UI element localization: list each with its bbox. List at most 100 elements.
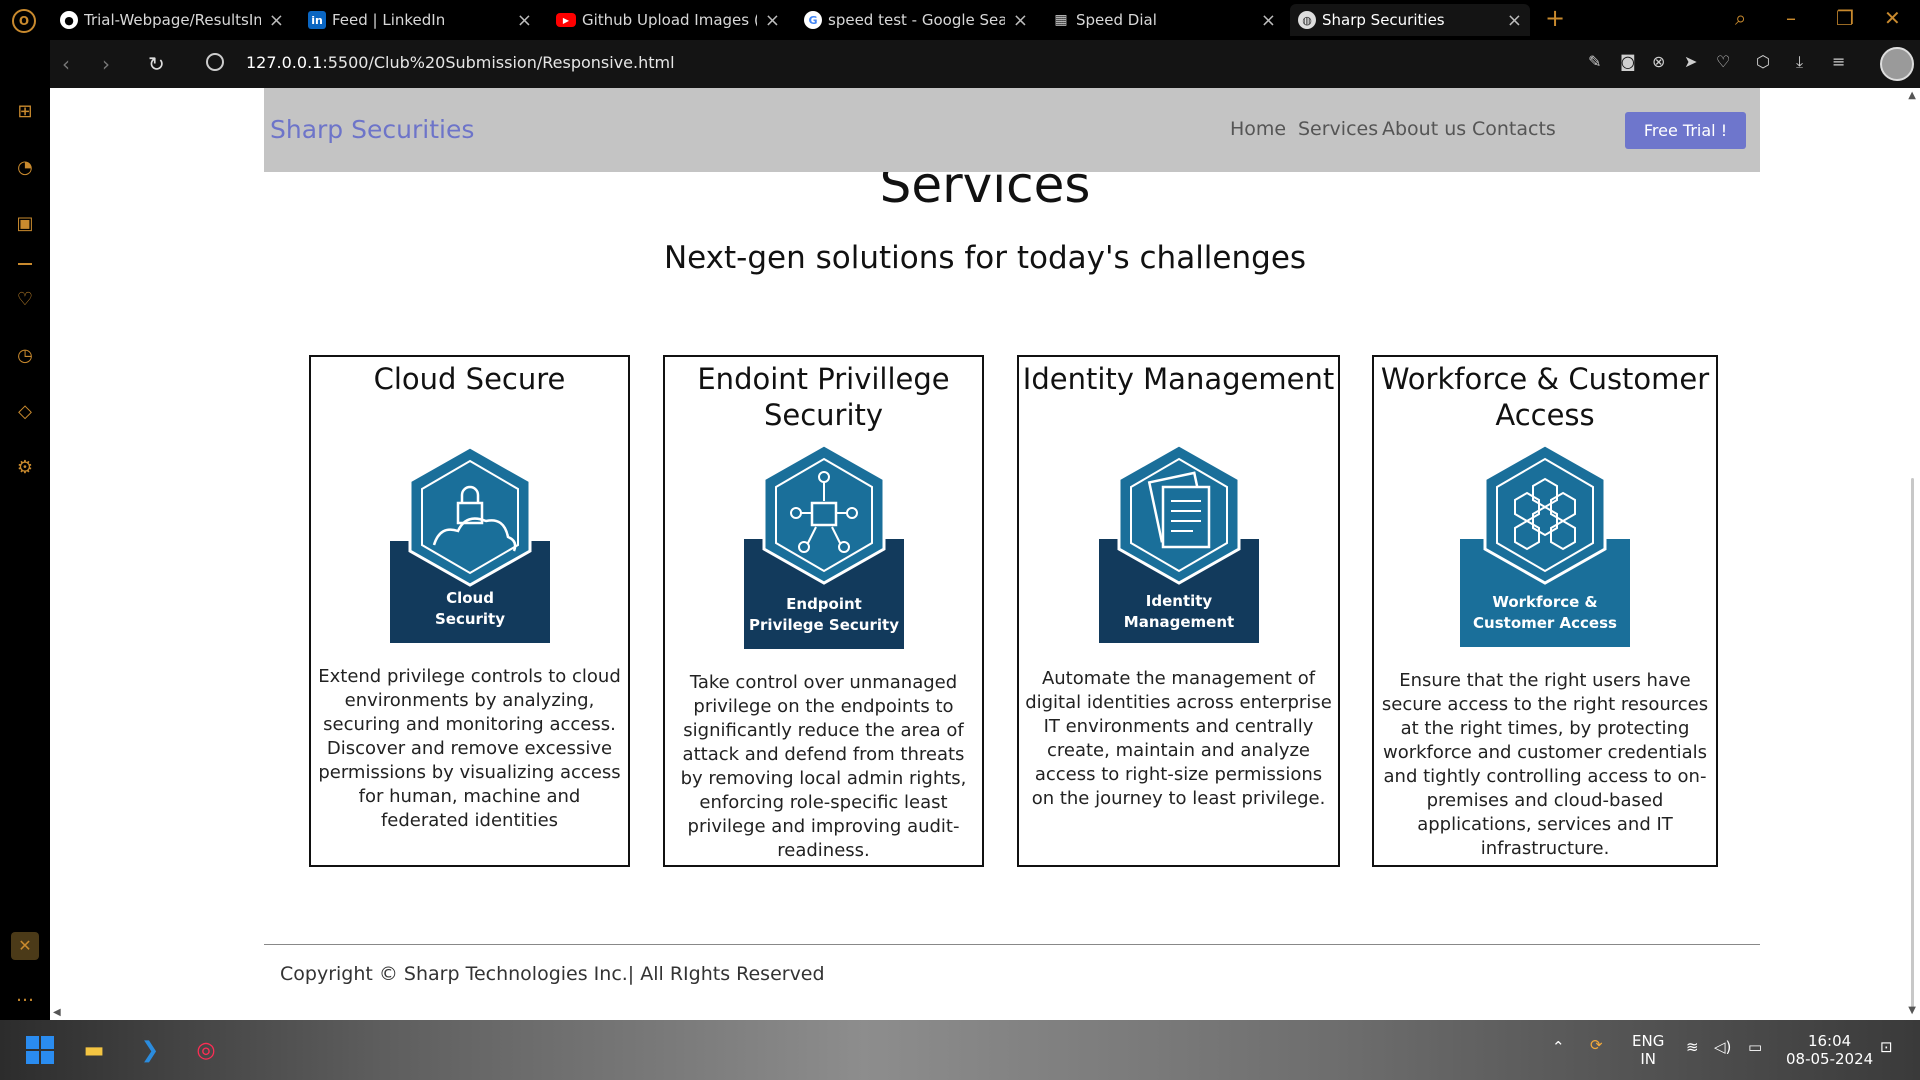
tab-title: Sharp Securities — [1322, 11, 1445, 29]
search-tabs-icon[interactable]: ⌕ — [1735, 6, 1746, 30]
close-icon[interactable]: × — [765, 10, 780, 31]
easy-setup-icon[interactable]: ≡ — [1832, 52, 1845, 71]
tab-github-upload[interactable]: ▶ Github Upload Images (20… × — [548, 4, 788, 36]
scroll-down-arrow-icon[interactable]: ▼ — [1908, 1005, 1916, 1016]
favorite-icon[interactable]: ♡ — [1716, 52, 1730, 71]
service-card-cloud-secure: Cloud Secure Cloud Security Extend privi… — [309, 355, 630, 867]
file-explorer-icon[interactable]: ▬ — [78, 1034, 110, 1066]
gamepad-icon[interactable]: ⊞ — [13, 100, 37, 124]
card-title: Workforce & Customer Access — [1380, 362, 1710, 432]
card-title: Endoint Privillege Security — [697, 362, 950, 432]
badge-line-1: Workforce & — [1492, 593, 1597, 611]
section-subtitle: Next-gen solutions for today's challenge… — [663, 240, 1307, 276]
cloud-security-badge-icon: Cloud Security — [389, 445, 550, 643]
free-trial-button[interactable]: Free Trial ! — [1625, 112, 1746, 149]
tab-title: speed test - Google Search — [828, 11, 1005, 29]
speed-dial-icon: ▦ — [1054, 12, 1068, 28]
forward-button[interactable]: › — [102, 52, 110, 76]
scroll-left-arrow-icon[interactable]: ◀ — [53, 1007, 61, 1018]
google-icon: G — [804, 11, 822, 29]
profile-avatar[interactable] — [1880, 47, 1914, 81]
history-icon[interactable]: ◷ — [13, 344, 37, 368]
tab-google-search[interactable]: G speed test - Google Search × — [796, 4, 1036, 36]
tab-title: Github Upload Images (20… — [582, 11, 757, 29]
more-icon[interactable]: … — [13, 984, 37, 1008]
close-icon[interactable]: × — [1507, 10, 1522, 31]
tab-speed-dial[interactable]: ▦ Speed Dial × — [1044, 4, 1284, 36]
tab-title: Trial-Webpage/ResultsImg — [84, 11, 261, 29]
footer-copyright: Copyright © Sharp Technologies Inc.| All… — [280, 963, 825, 985]
site-info-icon[interactable] — [206, 53, 224, 71]
wifi-icon[interactable]: ≋ — [1686, 1038, 1699, 1056]
back-button[interactable]: ‹ — [62, 52, 70, 76]
vscode-icon[interactable]: ❯ — [134, 1034, 166, 1066]
app-shortcut-icon[interactable]: ✕ — [11, 932, 39, 960]
show-hidden-icons-icon[interactable]: ⌃ — [1552, 1038, 1565, 1056]
close-icon[interactable]: × — [517, 10, 532, 31]
reload-button[interactable]: ↻ — [148, 52, 165, 76]
page-viewport: Services Next-gen solutions for today's … — [50, 88, 1920, 1020]
tab-title: Speed Dial — [1076, 11, 1157, 29]
language-indicator[interactable]: ENG IN — [1632, 1032, 1664, 1068]
badge-line-1: Identity — [1145, 592, 1212, 610]
volume-icon[interactable]: ◁) — [1714, 1038, 1731, 1056]
windows-start-icon[interactable] — [24, 1034, 56, 1066]
card-title: Cloud Secure — [373, 362, 566, 396]
minimize-button[interactable]: – — [1786, 6, 1796, 30]
linkedin-icon: in — [308, 11, 326, 29]
footer-divider — [264, 944, 1760, 945]
box-icon[interactable]: ◇ — [13, 400, 37, 424]
tab-sharp-securities[interactable]: ◍ Sharp Securities × — [1290, 4, 1530, 36]
heart-icon[interactable]: ♡ — [13, 288, 37, 312]
opera-gx-icon[interactable]: ◎ — [190, 1034, 222, 1066]
url-path: :5500/Club%20Submission/Responsive.html — [322, 53, 675, 72]
close-window-button[interactable]: ✕ — [1884, 6, 1901, 30]
globe-icon: ◍ — [1298, 11, 1316, 29]
close-icon[interactable]: × — [1261, 10, 1276, 31]
badge-line-2: Management — [1123, 613, 1233, 631]
identity-management-badge-icon: Identity Management — [1098, 443, 1259, 643]
sidebar-divider — [18, 263, 32, 265]
notification-icon[interactable]: ⊡ — [1880, 1038, 1893, 1056]
tab-title: Feed | LinkedIn — [332, 11, 446, 29]
address-bar: ‹ › ↻ 127.0.0.1:5500/Club%20Submission/R… — [50, 40, 1920, 88]
tab-strip: O ● Trial-Webpage/ResultsImg × in Feed |… — [0, 0, 1920, 40]
vertical-scrollbar-thumb[interactable] — [1911, 478, 1914, 1008]
close-icon[interactable]: × — [1013, 10, 1028, 31]
endpoint-privilege-badge-icon: Endpoint Privilege Security — [743, 443, 904, 649]
nav-home[interactable]: Home — [1230, 118, 1286, 140]
card-description: Ensure that the right users have secure … — [1381, 670, 1709, 859]
store-icon[interactable]: ▣ — [13, 212, 37, 236]
new-tab-button[interactable]: + — [1545, 4, 1565, 32]
workforce-access-badge-icon: Workforce & Customer Access — [1460, 443, 1630, 647]
card-title: Identity Management — [1022, 362, 1335, 396]
restore-button[interactable]: ❐ — [1836, 6, 1854, 30]
service-card-identity-management: Identity Management Identity Management … — [1017, 355, 1340, 867]
tab-linkedin[interactable]: in Feed | LinkedIn × — [300, 4, 540, 36]
camera-icon[interactable]: ◙ — [1620, 52, 1636, 71]
extensions-icon[interactable]: ⬡ — [1756, 52, 1770, 71]
github-icon: ● — [60, 11, 78, 29]
nav-contacts[interactable]: Contacts — [1472, 118, 1556, 140]
speedometer-icon[interactable]: ◔ — [13, 156, 37, 180]
nav-services[interactable]: Services — [1298, 118, 1378, 140]
nav-about-us[interactable]: About us — [1382, 118, 1466, 140]
tab-trial-webpage[interactable]: ● Trial-Webpage/ResultsImg × — [52, 4, 292, 36]
scroll-up-arrow-icon[interactable]: ▲ — [1908, 90, 1916, 101]
settings-icon[interactable]: ⚙ — [13, 456, 37, 480]
send-icon[interactable]: ➤ — [1684, 52, 1697, 71]
url-field[interactable]: 127.0.0.1:5500/Club%20Submission/Respons… — [246, 53, 675, 72]
edit-icon[interactable]: ✎ — [1588, 52, 1601, 71]
sync-icon[interactable]: ⟳ — [1590, 1036, 1603, 1054]
card-description: Take control over unmanaged privilege on… — [680, 672, 967, 861]
clock-time: 16:04 — [1807, 1032, 1852, 1050]
download-icon[interactable]: ⤓ — [1796, 52, 1803, 72]
battery-icon[interactable]: ▭ — [1748, 1038, 1762, 1056]
browser-logo-icon[interactable]: O — [12, 9, 36, 33]
badge-line-2: Security — [434, 610, 504, 628]
adblock-icon[interactable]: ⊗ — [1652, 52, 1665, 71]
brand-logo[interactable]: Sharp Securities — [270, 115, 474, 144]
service-card-workforce-access: Workforce & Customer Access Workforce & … — [1372, 355, 1718, 867]
close-icon[interactable]: × — [269, 10, 284, 31]
clock[interactable]: 16:04 08-05-2024 — [1786, 1032, 1873, 1068]
